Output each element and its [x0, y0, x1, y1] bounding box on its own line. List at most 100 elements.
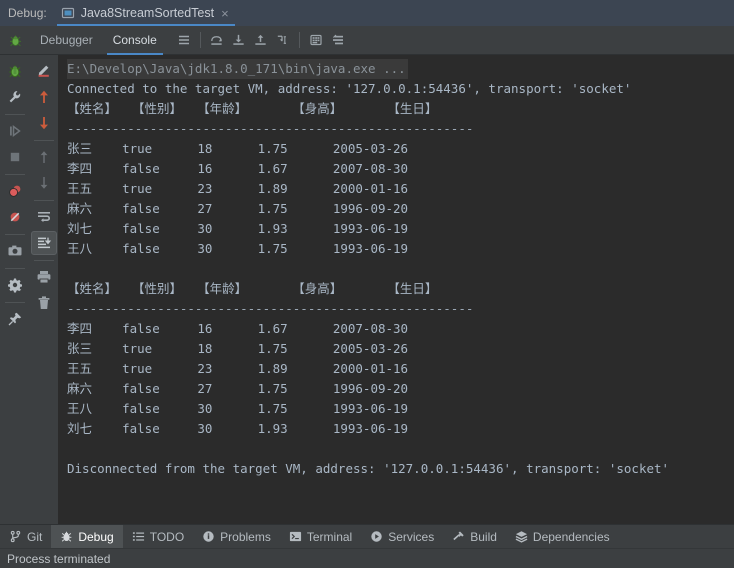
rail-divider	[34, 260, 54, 261]
console-line: Connected to the target VM, address: '12…	[67, 81, 632, 96]
settings-gear-icon[interactable]	[2, 273, 28, 297]
run-configuration-icon	[61, 7, 74, 19]
console-output[interactable]: E:\Develop\Java\jdk1.8.0_171\bin\java.ex…	[58, 55, 734, 524]
close-icon[interactable]: ×	[221, 7, 229, 20]
run-to-cursor-icon[interactable]	[272, 29, 294, 51]
print-icon[interactable]	[31, 265, 57, 289]
problems-warning-icon	[203, 531, 214, 542]
pin-tab-icon[interactable]	[2, 307, 28, 331]
rail-divider	[5, 114, 25, 115]
debug-session-bar: Debug: Java8StreamSortedTest ×	[0, 0, 734, 26]
tool-window-build[interactable]: Build	[443, 525, 506, 548]
console-line-row: 麻六 false 27 1.75 1996-09-20	[67, 201, 409, 216]
tool-window-label: Services	[388, 529, 435, 544]
console-line-list: E:\Develop\Java\jdk1.8.0_171\bin\java.ex…	[67, 59, 734, 479]
rail-divider	[5, 302, 25, 303]
debug-body: E:\Develop\Java\jdk1.8.0_171\bin\java.ex…	[0, 55, 734, 524]
rail-divider	[34, 200, 54, 201]
scroll-to-end-icon[interactable]	[31, 231, 57, 255]
view-breakpoints-icon[interactable]	[2, 179, 28, 203]
services-play-icon	[371, 531, 382, 542]
step-out-icon[interactable]	[250, 29, 272, 51]
rail-divider	[34, 140, 54, 141]
status-bar: Process terminated	[0, 548, 734, 568]
debug-tool-window: Debug: Java8StreamSortedTest × Debugger …	[0, 0, 734, 568]
todo-list-icon	[132, 532, 144, 541]
console-actions-rail	[30, 55, 58, 524]
tab-debugger[interactable]: Debugger	[30, 26, 103, 55]
up-arrow-red-icon[interactable]	[31, 85, 57, 109]
up-arrow-gray-icon[interactable]	[31, 145, 57, 169]
build-hammer-icon	[453, 531, 464, 541]
rail-divider	[5, 234, 25, 235]
edit-pencil-icon[interactable]	[31, 59, 57, 83]
tool-window-problems[interactable]: Problems	[193, 525, 280, 548]
mute-breakpoints-icon[interactable]	[2, 205, 28, 229]
step-over-icon[interactable]	[206, 29, 228, 51]
mute-breakpoints-icon[interactable]	[327, 29, 349, 51]
console-line: Disconnected from the target VM, address…	[67, 461, 670, 476]
console-line-row: 张三 true 18 1.75 2005-03-26	[67, 341, 409, 356]
tool-window-terminal[interactable]: Terminal	[280, 525, 361, 548]
rail-divider	[5, 174, 25, 175]
console-line-row: 王五 true 23 1.89 2000-01-16	[67, 181, 409, 196]
debug-actions-rail	[0, 55, 30, 524]
tool-window-label: Debug	[78, 529, 114, 544]
tool-window-git[interactable]: Git	[0, 525, 51, 548]
debug-tab-strip: Debugger Console	[30, 26, 167, 55]
console-line-table-header: 【姓名】 【性别】 【年龄】 【身高】 【生日】	[67, 101, 438, 116]
clear-all-trash-icon[interactable]	[31, 291, 57, 315]
console-line-row: 麻六 false 27 1.75 1996-09-20	[67, 381, 409, 396]
debug-toolbar: Debugger Console	[0, 26, 734, 55]
console-line-row: 刘七 false 30 1.93 1993-06-19	[67, 221, 409, 236]
tool-window-dependencies[interactable]: Dependencies	[506, 525, 619, 548]
console-line-command: E:\Develop\Java\jdk1.8.0_171\bin\java.ex…	[67, 59, 408, 79]
frames-icon[interactable]	[173, 29, 195, 51]
console-line-row: 王五 true 23 1.89 2000-01-16	[67, 361, 409, 376]
tool-window-label: Problems	[220, 529, 271, 544]
console-line-row: 刘七 false 30 1.93 1993-06-19	[67, 421, 409, 436]
down-arrow-red-icon[interactable]	[31, 111, 57, 135]
settings-wrench-icon[interactable]	[2, 85, 28, 109]
tool-window-todo[interactable]: TODO	[123, 525, 193, 548]
soft-wrap-icon[interactable]	[31, 205, 57, 229]
toolbar-separator	[199, 32, 201, 48]
evaluate-expression-icon[interactable]	[305, 29, 327, 51]
debug-label: Debug:	[8, 6, 47, 20]
git-branch-icon	[10, 530, 21, 543]
console-line-table-header: 【姓名】 【性别】 【年龄】 【身高】 【生日】	[67, 281, 438, 296]
tool-window-label: Terminal	[306, 529, 353, 544]
debug-toolbar-buttons	[173, 26, 349, 55]
screenshot-camera-icon[interactable]	[2, 239, 28, 263]
console-line-divider: ----------------------------------------…	[67, 121, 474, 136]
debug-bug-icon	[61, 531, 72, 542]
debug-bug-icon	[9, 34, 21, 46]
tool-window-label: Dependencies	[532, 529, 610, 544]
console-line-divider: ----------------------------------------…	[67, 301, 474, 316]
stop-program-icon[interactable]	[2, 145, 28, 169]
console-line-row: 张三 true 18 1.75 2005-03-26	[67, 141, 409, 156]
terminal-prompt-icon	[289, 531, 301, 542]
session-tab-label: Java8StreamSortedTest	[80, 6, 215, 20]
status-message: Process terminated	[7, 551, 111, 566]
tool-window-label: Git	[27, 529, 43, 544]
toolbar-gutter	[0, 26, 30, 55]
tool-window-label: TODO	[149, 529, 185, 544]
rail-divider	[5, 268, 25, 269]
tab-console[interactable]: Console	[103, 26, 167, 55]
tool-window-label: Build	[470, 529, 497, 544]
step-into-icon[interactable]	[228, 29, 250, 51]
toolbar-separator	[298, 32, 300, 48]
down-arrow-gray-icon[interactable]	[31, 171, 57, 195]
dependencies-layers-icon	[515, 531, 528, 543]
session-tab-java8streamsortedtest[interactable]: Java8StreamSortedTest ×	[56, 0, 235, 26]
console-line-row: 李四 false 16 1.67 2007-08-30	[67, 161, 409, 176]
tool-window-services[interactable]: Services	[361, 525, 443, 548]
console-line-row: 王八 false 30 1.75 1993-06-19	[67, 401, 409, 416]
resume-program-icon[interactable]	[2, 119, 28, 143]
tool-window-debug[interactable]: Debug	[51, 525, 123, 548]
console-line-row: 李四 false 16 1.67 2007-08-30	[67, 321, 409, 336]
debug-bug-icon[interactable]	[2, 59, 28, 83]
